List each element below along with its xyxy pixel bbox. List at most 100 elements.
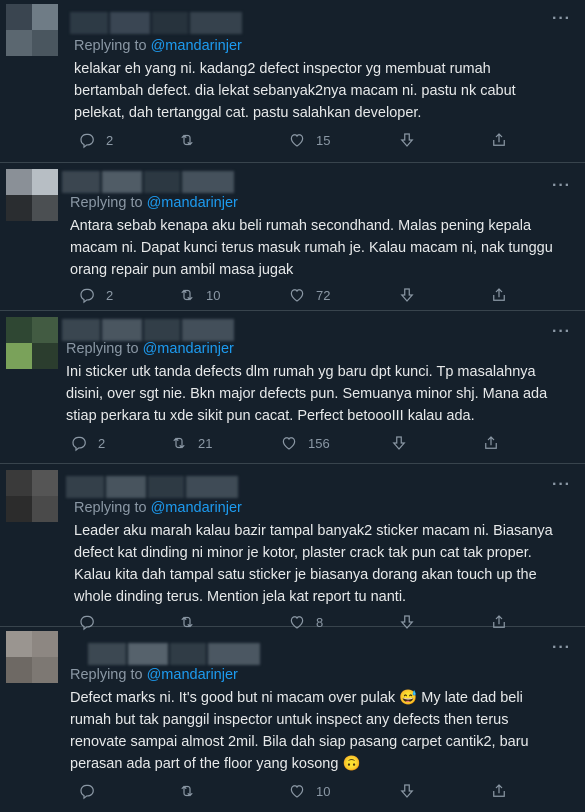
reply-button[interactable]: 2 (70, 434, 105, 452)
blurred-display-name[interactable] (70, 12, 242, 34)
like-button[interactable]: 156 (280, 434, 330, 452)
share-icon (493, 784, 505, 797)
downvote-button[interactable] (398, 131, 416, 149)
like-count: 10 (316, 783, 331, 799)
more-options-icon[interactable]: ··· (552, 11, 571, 27)
reply-count: 2 (106, 132, 114, 148)
tweet-text-line: macam ni. Dapat kunci terus masuk rumah … (70, 240, 553, 256)
tweet-text-line: bertambah defect. dia lekat sebanyak2nya… (74, 83, 516, 99)
reply-icon (72, 436, 86, 452)
avatar[interactable] (6, 631, 58, 683)
reply-button[interactable] (78, 782, 106, 800)
reply-button[interactable]: 2 (78, 286, 113, 304)
share-icon (485, 436, 497, 449)
replying-to: Replying to @mandarinjer (70, 667, 238, 683)
replying-to: Replying to @mandarinjer (74, 500, 242, 516)
reply-icon (80, 133, 94, 149)
replying-to-handle[interactable]: @mandarinjer (151, 500, 242, 516)
blurred-display-name[interactable] (62, 171, 234, 193)
reply-icon (80, 288, 94, 304)
heart-icon (290, 785, 304, 798)
tweet-text-line: Defect marks ni. It's good but ni macam … (70, 690, 523, 706)
replying-to-handle[interactable]: @mandarinjer (147, 195, 238, 211)
like-button[interactable]: 72 (288, 286, 330, 304)
like-button[interactable]: 10 (288, 782, 330, 800)
tweet-text: Ini sticker utk tanda defects dlm rumah … (66, 361, 566, 427)
avatar[interactable] (6, 317, 58, 369)
more-options-icon[interactable]: ··· (552, 178, 571, 194)
more-options-icon[interactable]: ··· (552, 640, 571, 656)
retweet-icon (181, 785, 193, 797)
arrow-down-icon (400, 784, 414, 798)
heart-icon (290, 289, 304, 302)
reply-tweet[interactable]: ··· Replying to @mandarinjer Antara seba… (0, 163, 585, 311)
blurred-display-name[interactable] (62, 319, 234, 341)
retweet-count: 21 (198, 435, 213, 451)
tweet-text-line: disini, over sgt nie. Bkn major defects … (66, 386, 548, 402)
reply-icon (80, 784, 94, 800)
tweet-text-line: stiap perkara tu xde sikit pun cacat. Pe… (66, 408, 475, 424)
reply-tweet[interactable]: ··· Replying to @mandarinjer Defect mark… (0, 627, 585, 812)
replying-to-handle[interactable]: @mandarinjer (147, 667, 238, 683)
tweet-text-line: pelekat, dah tertanggal cat. pastu salah… (74, 105, 422, 121)
replying-to: Replying to @mandarinjer (74, 38, 242, 54)
share-icon (493, 133, 505, 146)
replying-to-handle[interactable]: @mandarinjer (143, 341, 234, 357)
reply-tweet[interactable]: ··· Replying to @mandarinjer kelakar eh … (0, 0, 585, 163)
tweet-text-line: Leader aku marah kalau bazir tampal bany… (74, 523, 553, 539)
tweet-text-line: renovate sampai almost 2mil. Bila dah si… (70, 734, 529, 750)
blurred-display-name[interactable] (88, 643, 260, 665)
reply-tweet[interactable]: ··· Replying to @mandarinjer Ini sticker… (0, 311, 585, 464)
retweet-button[interactable] (178, 131, 206, 149)
like-count: 156 (308, 435, 330, 451)
avatar[interactable] (6, 169, 58, 221)
tweet-text-line: Kalau kita dah tampal satu sticker je bi… (74, 567, 537, 583)
like-count: 72 (316, 287, 331, 303)
retweet-button[interactable] (178, 782, 206, 800)
reply-tweet[interactable]: ··· Replying to @mandarinjer Leader aku … (0, 464, 585, 631)
arrow-down-icon (392, 436, 406, 450)
retweet-icon (181, 289, 193, 301)
tweet-text-line: perasan ada part of the floor yang koson… (70, 756, 361, 772)
arrow-down-icon (400, 288, 414, 302)
tweet-text-line: rumah but tak panggil inspector untuk in… (70, 712, 509, 728)
retweet-button[interactable]: 10 (178, 286, 220, 304)
more-options-icon[interactable]: ··· (552, 324, 571, 340)
downvote-button[interactable] (390, 434, 408, 452)
like-count: 15 (316, 132, 331, 148)
tweet-text: Leader aku marah kalau bazir tampal bany… (74, 520, 574, 608)
share-icon (493, 288, 505, 301)
tweet-text: Antara sebab kenapa aku beli rumah secon… (70, 215, 570, 281)
share-button[interactable] (490, 782, 508, 800)
tweet-text-line: whole dinding terus. Mention jela kat re… (74, 589, 407, 605)
replying-to-handle[interactable]: @mandarinjer (151, 38, 242, 54)
heart-icon (282, 437, 296, 450)
retweet-button[interactable]: 21 (170, 434, 212, 452)
replying-to-label: Replying to (74, 500, 151, 516)
replying-to-label: Replying to (66, 341, 143, 357)
replying-to: Replying to @mandarinjer (70, 195, 238, 211)
tweet-text-line: Ini sticker utk tanda defects dlm rumah … (66, 364, 536, 380)
avatar[interactable] (6, 470, 58, 522)
blurred-display-name[interactable] (66, 476, 238, 498)
share-button[interactable] (490, 131, 508, 149)
arrow-down-icon (400, 133, 414, 147)
share-button[interactable] (490, 286, 508, 304)
share-button[interactable] (482, 434, 500, 452)
more-options-icon[interactable]: ··· (552, 477, 571, 493)
like-button[interactable]: 15 (288, 131, 330, 149)
tweet-text-line: Antara sebab kenapa aku beli rumah secon… (70, 218, 532, 234)
reply-count: 2 (98, 435, 106, 451)
downvote-button[interactable] (398, 286, 416, 304)
retweet-icon (173, 437, 185, 449)
tweet-text-line: defect kat dinding ni minor je kotor, pl… (74, 545, 532, 561)
retweet-icon (181, 134, 193, 146)
replying-to-label: Replying to (74, 38, 151, 54)
tweet-text-line: orang repair pun ambil masa jugak (70, 262, 294, 278)
avatar[interactable] (6, 4, 58, 56)
heart-icon (290, 134, 304, 147)
downvote-button[interactable] (398, 782, 416, 800)
replying-to-label: Replying to (70, 195, 147, 211)
reply-button[interactable]: 2 (78, 131, 113, 149)
replying-to-label: Replying to (70, 667, 147, 683)
